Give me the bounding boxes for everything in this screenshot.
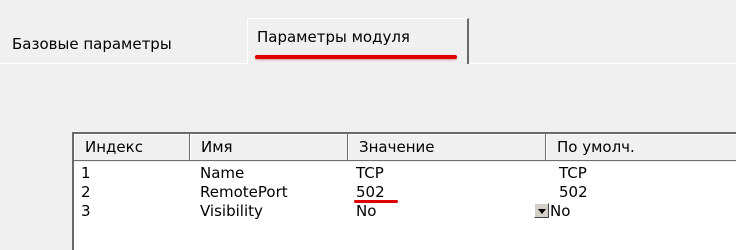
cell-default: 502	[559, 183, 588, 201]
cell-name: RemotePort	[200, 183, 288, 201]
table-row[interactable]: 1 Name TCP TCP	[74, 164, 736, 184]
tab-module-parameters-label: Параметры модуля	[257, 28, 410, 46]
tab-module-parameters[interactable]: Параметры модуля	[247, 18, 469, 64]
tab-basic-parameters-label: Базовые параметры	[12, 35, 172, 53]
parameters-grid: Индекс Имя Значение По умолч. 1 Name TCP…	[72, 132, 736, 250]
cell-value[interactable]: TCP	[356, 164, 384, 184]
cell-value[interactable]: No	[356, 202, 376, 222]
chevron-down-icon[interactable]	[534, 203, 549, 218]
column-header-index[interactable]: Индекс	[74, 134, 190, 161]
tab-highlight-underline	[255, 55, 457, 59]
tab-basic-parameters[interactable]: Базовые параметры	[12, 34, 172, 54]
tab-baseline-left	[0, 63, 247, 64]
cell-name: Visibility	[200, 202, 263, 220]
cell-index: 1	[81, 164, 91, 182]
column-header-name[interactable]: Имя	[190, 134, 348, 161]
cell-default: No	[550, 202, 571, 220]
cell-default: TCP	[559, 164, 587, 182]
grid-header: Индекс Имя Значение По умолч.	[74, 134, 736, 162]
cell-name: Name	[200, 164, 245, 182]
cell-index: 2	[81, 183, 91, 201]
tab-strip: Базовые параметры Параметры модуля	[0, 0, 736, 64]
cell-index: 3	[81, 202, 91, 220]
table-row[interactable]: 3 Visibility No No	[74, 202, 736, 222]
table-row[interactable]: 2 RemotePort 502 502	[74, 183, 736, 203]
column-header-value[interactable]: Значение	[348, 134, 546, 161]
column-header-default[interactable]: По умолч.	[546, 134, 736, 161]
tab-baseline-right	[469, 63, 736, 64]
